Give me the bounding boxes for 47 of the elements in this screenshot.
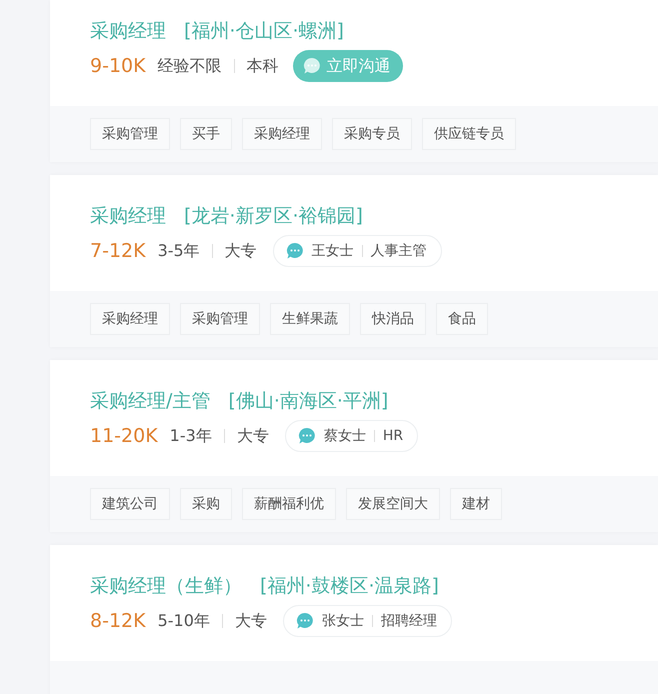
education: 本科 [246, 56, 279, 76]
job-tag: 买手 [180, 118, 232, 150]
salary: 9-10K [90, 55, 146, 77]
job-location: [福州·仓山区·螺洲] [184, 19, 344, 44]
job-tag: 食品 [436, 303, 488, 335]
salary: 11-20K [90, 425, 158, 447]
job-tag: 采购专员 [332, 118, 412, 150]
education: 大专 [234, 610, 267, 632]
chat-icon [296, 612, 314, 630]
chat-icon [302, 57, 321, 75]
job-tag: 建材 [450, 488, 502, 520]
recruiter-name: 张女士 [322, 612, 364, 630]
job-tag: 薪酬福利优 [242, 488, 336, 520]
recruiter-name: 蔡女士 [324, 427, 366, 445]
education: 大专 [236, 426, 269, 446]
job-tag: 供应链专员 [422, 118, 516, 150]
job-tag: 采购管理 [90, 118, 170, 150]
recruiter-role: 招聘经理 [380, 612, 437, 630]
job-tag: 生鲜果蔬 [270, 303, 350, 335]
job-location: [龙岩·新罗区·裕锦园] [184, 204, 363, 229]
job-tag: 建筑公司 [90, 488, 170, 520]
recruiter-name: 王女士 [312, 242, 354, 260]
education: 大专 [224, 240, 257, 262]
experience: 经验不限 [158, 56, 222, 76]
salary: 8-12K [90, 610, 146, 632]
job-tag: 快消品 [360, 303, 426, 335]
chat-icon [298, 427, 316, 445]
job-card[interactable]: 采购经理/主管 [佛山·南海区·平洲] 11-20K 1-3年 大专 蔡女士 HR 建筑公司 采购 薪酬福利优 发展空间大 建材 [50, 360, 658, 532]
experience: 1-3年 [170, 426, 212, 446]
experience: 5-10年 [158, 610, 210, 632]
job-tag: 采购 [180, 488, 232, 520]
job-location: [福州·鼓楼区·温泉路] [260, 574, 439, 599]
job-tag: 采购经理 [90, 303, 170, 335]
recruiter-chip[interactable]: 王女士 人事主管 [272, 235, 442, 267]
job-tag: 采购经理 [242, 118, 322, 150]
job-location: [佛山·南海区·平洲] [228, 389, 388, 414]
experience: 3-5年 [158, 240, 200, 262]
recruiter-role: HR [382, 428, 404, 444]
recruiter-role: 人事主管 [370, 242, 427, 260]
chat-icon [286, 242, 304, 260]
recruiter-chip[interactable]: 张女士 招聘经理 [282, 605, 452, 637]
salary: 7-12K [90, 240, 146, 262]
job-tag: 采购管理 [180, 303, 260, 335]
job-card[interactable]: 采购经理（生鲜） [福州·鼓楼区·温泉路] 8-12K 5-10年 大专 张女士 招聘经理 [50, 545, 658, 694]
recruiter-chip[interactable]: 蔡女士 HR [284, 420, 418, 452]
job-card[interactable]: 采购经理 [龙岩·新罗区·裕锦园] 7-12K 3-5年 大专 王女士 人事主管 采购经理 采购管理 生鲜果蔬 快消品 食品 [50, 175, 658, 347]
job-tag: 发展空间大 [346, 488, 440, 520]
